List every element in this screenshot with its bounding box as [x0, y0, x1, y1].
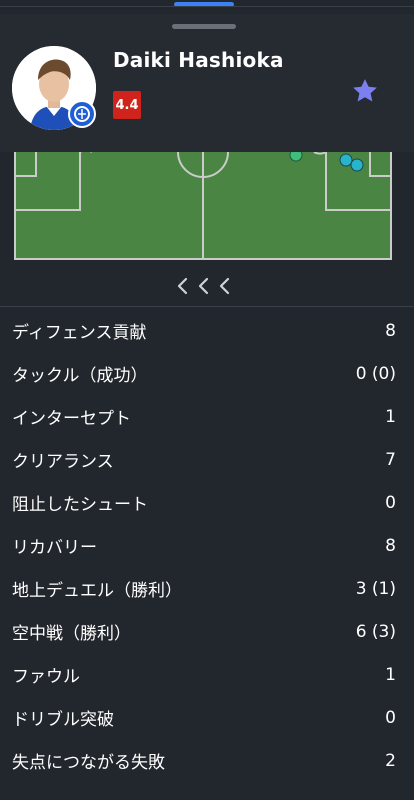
stat-row-tackles: タックル（成功） 0 (0) [0, 352, 414, 395]
stat-label: クリアランス [12, 452, 114, 472]
heatmap-pitch [14, 152, 392, 260]
stat-value: 1 [385, 664, 396, 685]
stat-value: 0 (0) [355, 363, 396, 384]
pitch-lines [16, 152, 390, 258]
stat-value: 8 [385, 320, 396, 341]
stat-row-interceptions: インターセプト 1 [0, 395, 414, 438]
stat-row-errors-leading-to-goal: 失点につながる失敗 2 [0, 739, 414, 782]
stat-label: リカバリー [12, 538, 97, 558]
stat-label: インターセプト [12, 409, 131, 429]
stat-label: タックル（成功） [12, 366, 148, 386]
stat-row-ground-duels: 地上デュエル（勝利） 3 (1) [0, 567, 414, 610]
stat-value: 6 (3) [355, 621, 396, 642]
action-marker [350, 158, 364, 172]
club-badge-icon [68, 100, 96, 128]
stat-label: ドリブル突破 [12, 710, 114, 730]
drag-handle[interactable] [172, 24, 236, 29]
stat-label: 阻止したシュート [12, 495, 148, 515]
stat-value: 3 (1) [355, 578, 396, 599]
stat-value: 0 [385, 492, 396, 513]
stat-row-aerial-duels: 空中戦（勝利） 6 (3) [0, 610, 414, 653]
stat-row-fouls: ファウル 1 [0, 653, 414, 696]
top-divider [0, 6, 414, 7]
action-marker [339, 153, 353, 167]
back-arrows-icon[interactable] [176, 276, 236, 296]
stat-row-blocked-shots: 阻止したシュート 0 [0, 481, 414, 524]
stat-label: 地上デュエル（勝利） [12, 581, 182, 601]
stat-value: 0 [385, 707, 396, 728]
stat-value: 7 [385, 449, 396, 470]
stat-value: 1 [385, 406, 396, 427]
stat-row-clearances: クリアランス 7 [0, 438, 414, 481]
stat-label: 空中戦（勝利） [12, 624, 131, 644]
star-icon[interactable] [350, 76, 380, 106]
stat-row-dribbled-past: ドリブル突破 0 [0, 696, 414, 739]
section-divider [0, 306, 414, 307]
stat-value: 2 [385, 750, 396, 771]
action-marker [289, 152, 303, 162]
rating-badge: 4.4 [113, 91, 141, 119]
stat-label: 失点につながる失敗 [12, 753, 165, 773]
stat-row-recoveries: リカバリー 8 [0, 524, 414, 567]
stats-list: ディフェンス貢献 8 タックル（成功） 0 (0) インターセプト 1 クリアラ… [0, 309, 414, 782]
player-name: Daiki Hashioka [113, 48, 284, 72]
stat-label: ディフェンス貢献 [12, 323, 147, 343]
stat-label: ファウル [12, 667, 80, 687]
stat-value: 8 [385, 535, 396, 556]
stat-row-defensive-contribution: ディフェンス貢献 8 [0, 309, 414, 352]
